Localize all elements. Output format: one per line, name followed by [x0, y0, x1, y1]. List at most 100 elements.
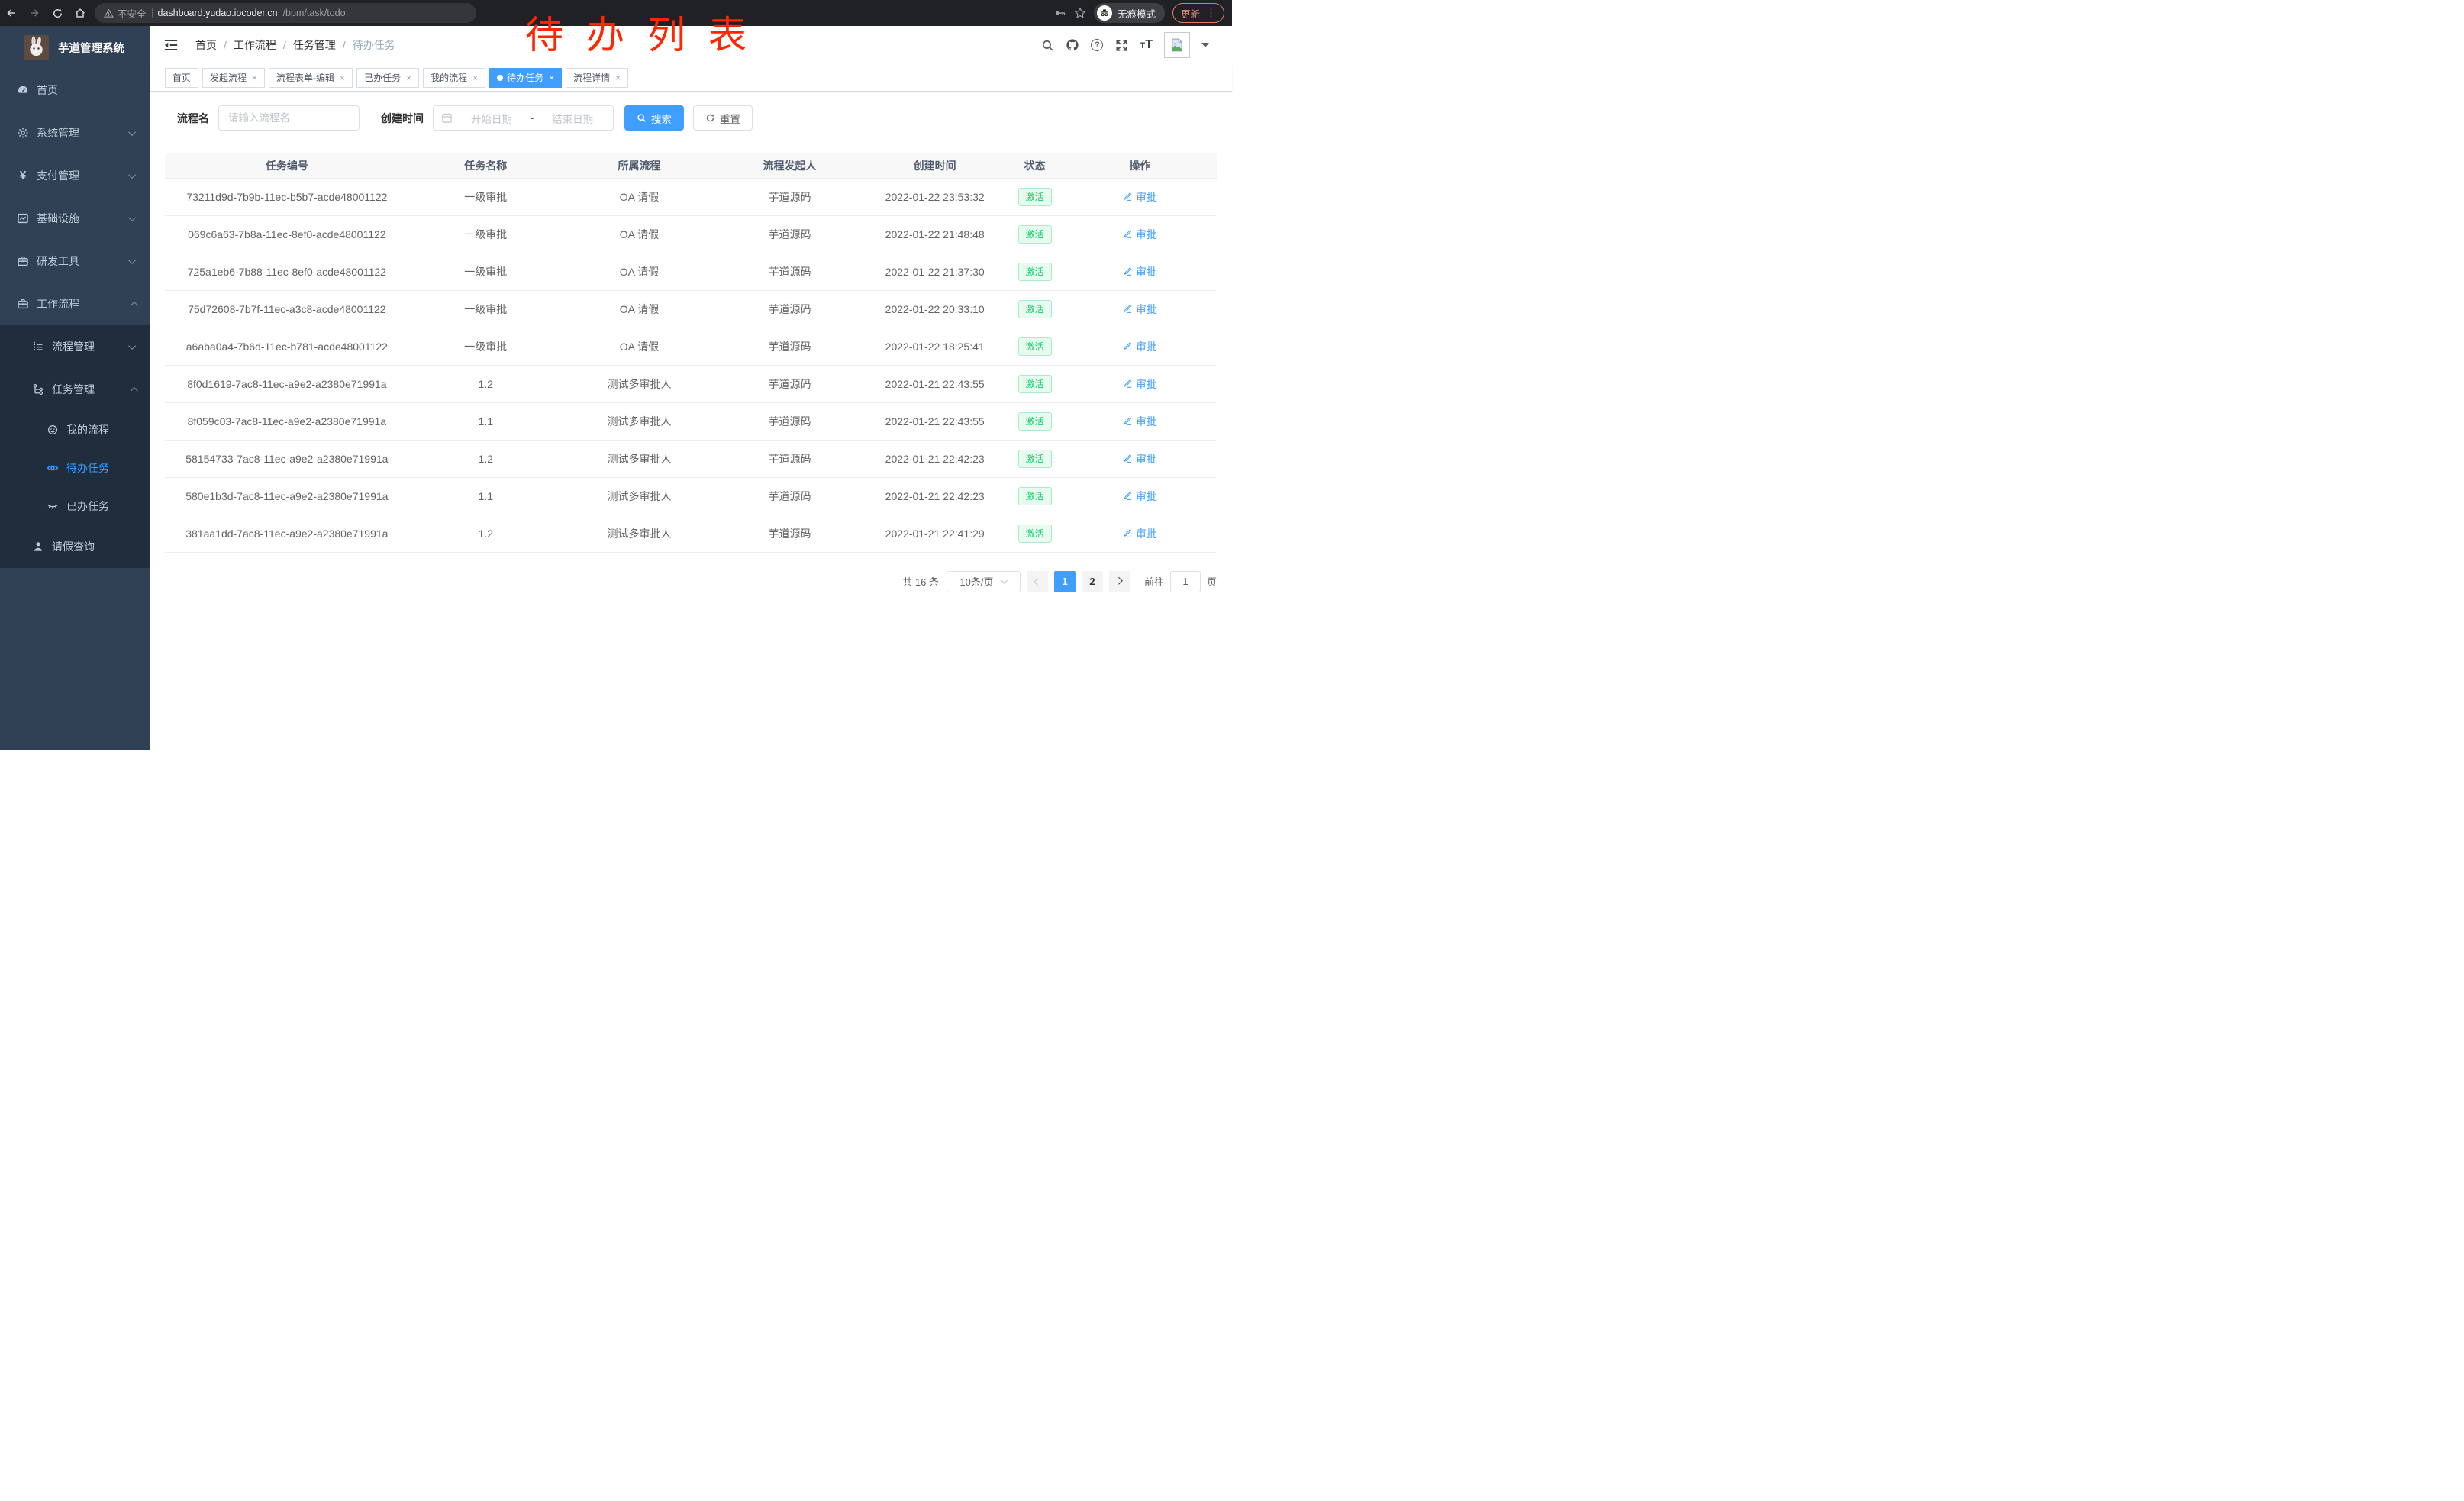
- browser-forward-icon[interactable]: [23, 0, 46, 26]
- approve-link[interactable]: 审批: [1123, 451, 1157, 466]
- search-button[interactable]: 搜索: [624, 105, 684, 131]
- security-label: 不安全: [118, 6, 147, 21]
- process-name-input[interactable]: [218, 105, 360, 131]
- cell-create-time: 2022-01-21 22:43:55: [863, 365, 1006, 402]
- sidebar-item-process-management[interactable]: 流程管理: [0, 325, 150, 368]
- browser-back-icon[interactable]: [0, 0, 23, 26]
- annotation-todo-list-title: 待办列表: [525, 5, 769, 60]
- help-icon[interactable]: ?: [1091, 39, 1103, 51]
- tab-todo-tasks[interactable]: 待办任务 ×: [489, 68, 562, 88]
- approve-link[interactable]: 审批: [1123, 526, 1157, 541]
- close-icon[interactable]: ×: [406, 73, 411, 83]
- breadcrumb: 首页 / 工作流程 / 任务管理 / 待办任务: [195, 37, 395, 53]
- close-icon[interactable]: ×: [615, 73, 621, 83]
- tab-process-detail[interactable]: 流程详情 ×: [566, 68, 628, 88]
- table-row: 73211d9d-7b9b-11ec-b5b7-acde48001122 一级审…: [165, 178, 1217, 215]
- tab-my-process[interactable]: 我的流程 ×: [423, 68, 485, 88]
- text-size-icon[interactable]: TT: [1140, 38, 1153, 52]
- status-badge: 激活: [1018, 188, 1052, 206]
- chevron-down-icon: [128, 128, 136, 136]
- sidebar-item-todo-tasks[interactable]: 待办任务: [0, 449, 150, 487]
- reset-button[interactable]: 重置: [693, 105, 753, 131]
- fullscreen-icon[interactable]: [1114, 38, 1128, 52]
- browser-menu-kebab-icon[interactable]: ⋮: [1206, 7, 1216, 19]
- approve-link[interactable]: 审批: [1123, 302, 1157, 317]
- cell-task-id: a6aba0a4-7b6d-11ec-b781-acde48001122: [165, 328, 409, 365]
- sidebar-item-leave-query[interactable]: 请假查询: [0, 525, 150, 568]
- incognito-badge: 无痕模式: [1094, 3, 1165, 23]
- browser-reload-icon[interactable]: [46, 0, 69, 26]
- sidebar-item-workflow[interactable]: 工作流程: [0, 282, 150, 325]
- sidebar-item-home[interactable]: 首页: [0, 69, 150, 111]
- tab-process-form-edit[interactable]: 流程表单-编辑 ×: [269, 68, 353, 88]
- sidebar-item-my-process[interactable]: 我的流程: [0, 411, 150, 449]
- tab-start-process[interactable]: 发起流程 ×: [202, 68, 265, 88]
- password-key-icon[interactable]: [1054, 7, 1066, 19]
- cell-starter: 芋道源码: [716, 215, 863, 253]
- approve-link[interactable]: 审批: [1123, 489, 1157, 504]
- logo[interactable]: 芋道管理系统: [0, 26, 150, 69]
- sidebar-item-task-management[interactable]: 任务管理: [0, 368, 150, 411]
- table-row: 58154733-7ac8-11ec-a9e2-a2380e71991a 1.2…: [165, 440, 1217, 477]
- col-task-id: 任务编号: [165, 153, 409, 178]
- tree-icon: [32, 383, 44, 395]
- approve-link[interactable]: 审批: [1123, 376, 1157, 392]
- goto-page-input[interactable]: [1170, 571, 1201, 592]
- col-actions: 操作: [1063, 153, 1217, 178]
- col-task-name: 任务名称: [409, 153, 563, 178]
- bookmark-star-icon[interactable]: [1074, 7, 1086, 19]
- sidebar-collapse-icon[interactable]: [163, 37, 179, 53]
- eye-open-icon: [47, 462, 59, 474]
- status-badge: 激活: [1018, 263, 1052, 281]
- status-badge: 激活: [1018, 225, 1052, 244]
- close-icon[interactable]: ×: [549, 73, 554, 83]
- breadcrumb-workflow[interactable]: 工作流程: [234, 37, 276, 53]
- breadcrumb-task-management[interactable]: 任务管理: [293, 37, 336, 53]
- cell-starter: 芋道源码: [716, 515, 863, 552]
- approve-link[interactable]: 审批: [1123, 264, 1157, 279]
- github-icon[interactable]: [1066, 38, 1079, 52]
- tab-label: 流程详情: [573, 71, 610, 84]
- sidebar-item-done-tasks[interactable]: 已办任务: [0, 487, 150, 525]
- page-2-button[interactable]: 2: [1082, 571, 1103, 592]
- approve-link[interactable]: 审批: [1123, 227, 1157, 242]
- approve-link[interactable]: 审批: [1123, 189, 1157, 205]
- sidebar-item-label: 基础设施: [37, 211, 79, 226]
- next-page-button[interactable]: [1109, 571, 1130, 592]
- close-icon[interactable]: ×: [252, 73, 257, 83]
- cell-task-id: 580e1b3d-7ac8-11ec-a9e2-a2380e71991a: [165, 477, 409, 515]
- prev-page-button[interactable]: [1027, 571, 1048, 592]
- face-icon: [47, 424, 59, 436]
- avatar-caret-icon[interactable]: [1201, 43, 1209, 47]
- gear-icon: [17, 127, 29, 139]
- approve-link[interactable]: 审批: [1123, 414, 1157, 429]
- sidebar-item-system[interactable]: 系统管理: [0, 111, 150, 154]
- url-bar[interactable]: 不安全 dashboard.yudao.iocoder.cn/bpm/task/…: [95, 3, 476, 23]
- tab-done-tasks[interactable]: 已办任务 ×: [356, 68, 419, 88]
- approve-link-label: 审批: [1136, 227, 1157, 242]
- sidebar-item-label: 工作流程: [37, 296, 79, 311]
- sidebar-item-label: 流程管理: [52, 339, 95, 354]
- sidebar-item-dev-tools[interactable]: 研发工具: [0, 240, 150, 282]
- status-badge: 激活: [1018, 525, 1052, 543]
- not-secure-warning-icon[interactable]: 不安全: [104, 6, 147, 21]
- close-icon[interactable]: ×: [340, 73, 345, 83]
- breadcrumb-home[interactable]: 首页: [195, 37, 217, 53]
- tab-home[interactable]: 首页: [165, 68, 198, 88]
- close-icon[interactable]: ×: [472, 73, 478, 83]
- search-icon[interactable]: [1040, 38, 1054, 52]
- cell-task-id: 8f0d1619-7ac8-11ec-a9e2-a2380e71991a: [165, 365, 409, 402]
- chevron-down-icon: [128, 342, 136, 350]
- page-1-button[interactable]: 1: [1054, 571, 1076, 592]
- sidebar-item-infrastructure[interactable]: 基础设施: [0, 197, 150, 240]
- date-range-picker[interactable]: 开始日期 - 结束日期: [433, 105, 614, 131]
- cell-starter: 芋道源码: [716, 290, 863, 328]
- sidebar-item-payment[interactable]: ¥ 支付管理: [0, 154, 150, 197]
- avatar[interactable]: [1164, 32, 1190, 58]
- approve-link[interactable]: 审批: [1123, 339, 1157, 354]
- browser-home-icon[interactable]: [69, 0, 92, 26]
- range-separator: -: [531, 112, 534, 124]
- page-size-select[interactable]: 10条/页: [947, 571, 1021, 592]
- chevron-down-icon: [128, 257, 136, 264]
- update-button[interactable]: 更新 ⋮: [1172, 3, 1224, 23]
